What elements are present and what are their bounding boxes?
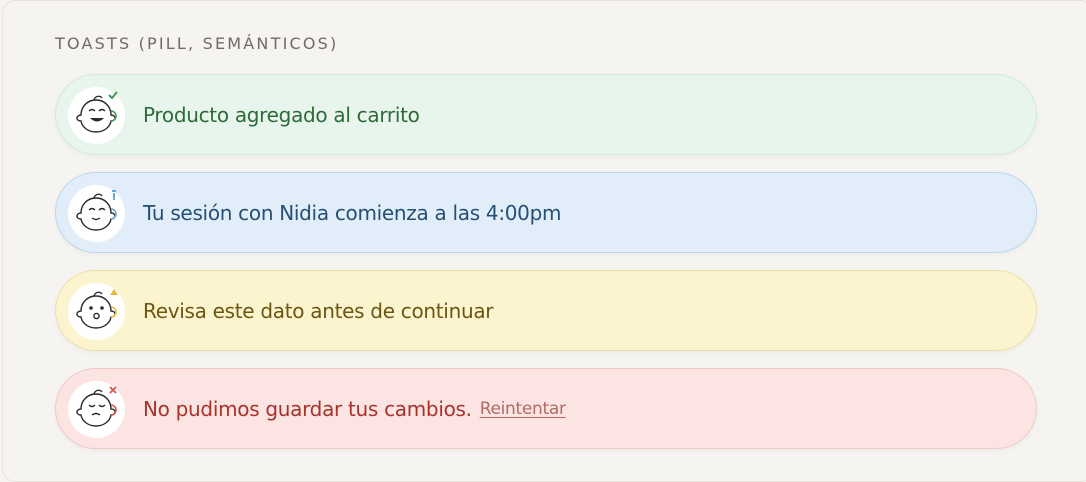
retry-link[interactable]: Reintentar — [480, 399, 566, 419]
toast-success: Producto agregado al carrito — [55, 74, 1037, 155]
toast-error: No pudimos guardar tus cambios. Reintent… — [55, 368, 1037, 449]
baby-face-happy-icon — [68, 87, 125, 144]
section-title: TOASTS (PILL, SEMÁNTICOS) — [55, 34, 339, 53]
baby-face-sad-icon — [68, 381, 125, 438]
baby-face-surprised-icon — [68, 283, 125, 340]
toast-message: Producto agregado al carrito — [143, 102, 420, 127]
toast-message-row: No pudimos guardar tus cambios. Reintent… — [143, 369, 566, 448]
toast-message: Tu sesión con Nidia comienza a las 4:00p… — [143, 200, 562, 225]
baby-face-content-icon — [68, 185, 125, 242]
toast-warning: Revisa este dato antes de continuar — [55, 270, 1037, 351]
toast-info: Tu sesión con Nidia comienza a las 4:00p… — [55, 172, 1037, 253]
toast-message: No pudimos guardar tus cambios. — [143, 396, 472, 421]
toast-message: Revisa este dato antes de continuar — [143, 298, 494, 323]
